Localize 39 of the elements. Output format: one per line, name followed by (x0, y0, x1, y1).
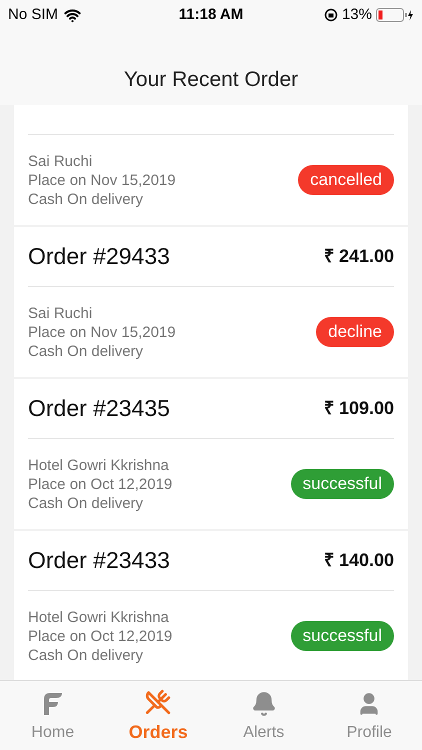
tab-button[interactable]: Home (0, 681, 106, 750)
tab-button[interactable]: Profile (316, 681, 422, 750)
order-number: Order #29433 (28, 242, 170, 272)
order-number: Order #23435 (28, 394, 170, 424)
battery-icon (376, 8, 414, 22)
order-amount: ₹ 140.00 (324, 549, 394, 572)
restaurant-name: Hotel Gowri Kkrishna (28, 608, 170, 626)
order-date: Place on Oct 12,2019 (28, 474, 172, 494)
tab-button[interactable]: Orders (106, 681, 211, 750)
wifi-icon (64, 6, 82, 24)
order-amount: ₹ 241.00 (324, 245, 394, 268)
status-badge: decline (316, 317, 394, 347)
payment-method: Cash On delivery (28, 190, 144, 208)
order-amount: ₹ 109.00 (324, 397, 394, 420)
order-card[interactable]: Sai Ruchi Place on Nov 15,2019 Cash On delivery cancelled (14, 105, 408, 225)
logo-icon (42, 690, 64, 716)
clock-text: 11:18 AM (178, 4, 244, 25)
tab-button[interactable]: Alerts (211, 681, 316, 750)
order-date: Place on Nov 15,2019 (28, 170, 176, 190)
order-number: Order #23433 (28, 546, 170, 576)
bell-icon (250, 690, 277, 716)
restaurant-name: Sai Ruchi (28, 304, 94, 322)
order-card[interactable]: Order #23433 ₹ 140.00 Hotel Gowri Kkrishna Place on Oct 12,2019 Cash On delivery successful (14, 531, 408, 680)
battery-text: 13% (342, 4, 372, 25)
order-card[interactable]: Order #29433 ₹ 241.00 Sai Ruchi Place on Nov 15,2019 Cash On delivery decline (14, 227, 408, 377)
status-badge: cancelled (298, 165, 394, 195)
page-title: Your Recent Order (124, 66, 298, 92)
order-date: Place on Oct 12,2019 (28, 626, 172, 646)
fork-spoon-icon (145, 689, 172, 715)
restaurant-name: Hotel Gowri Kkrishna (28, 456, 170, 474)
status-badge: successful (290, 621, 394, 651)
status-badge: successful (290, 469, 394, 499)
restaurant-name: Sai Ruchi (28, 152, 94, 170)
order-date: Place on Nov 15,2019 (28, 322, 176, 342)
payment-method: Cash On delivery (28, 646, 144, 664)
carrier-text: No SIM (8, 4, 58, 25)
order-card[interactable]: Order #23435 ₹ 109.00 Hotel Gowri Kkrishna Place on Oct 12,2019 Cash On delivery successful (14, 379, 408, 529)
payment-method: Cash On delivery (28, 494, 144, 512)
payment-method: Cash On delivery (28, 342, 144, 360)
